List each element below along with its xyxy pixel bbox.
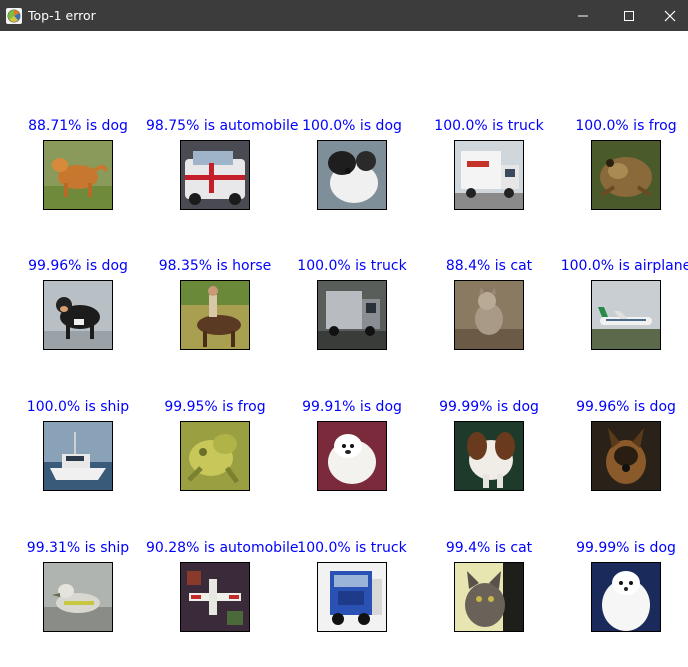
- prediction-caption: 100.0% is truck: [297, 540, 407, 556]
- prediction-caption: 100.0% is frog: [575, 118, 677, 134]
- sample-image: [43, 421, 113, 491]
- sample-image: [317, 280, 387, 350]
- prediction-caption: 99.4% is cat: [445, 540, 533, 556]
- prediction-caption: 88.71% is dog: [28, 118, 128, 134]
- prediction-caption: 99.99% is dog: [576, 540, 676, 556]
- prediction-caption: 99.31% is ship: [26, 540, 130, 556]
- sample-image: [180, 562, 250, 632]
- prediction-caption: 98.75% is automobile: [146, 118, 299, 134]
- close-button[interactable]: [652, 0, 688, 31]
- prediction-caption: 100.0% is ship: [26, 399, 130, 415]
- prediction-caption: 90.28% is automobile: [146, 540, 299, 556]
- maximize-icon: [624, 10, 634, 21]
- prediction-caption: 100.0% is truck: [297, 258, 407, 274]
- sample-image: [591, 421, 661, 491]
- sample-image: [180, 280, 250, 350]
- prediction-caption: 98.35% is horse: [158, 258, 272, 274]
- prediction-caption: 99.91% is dog: [302, 399, 402, 415]
- prediction-caption: 99.96% is dog: [576, 399, 676, 415]
- prediction-caption: 99.99% is dog: [439, 399, 539, 415]
- minimize-icon: [578, 15, 588, 16]
- minimize-button[interactable]: [560, 0, 606, 31]
- sample-image: [454, 421, 524, 491]
- sample-image: [591, 280, 661, 350]
- sample-image: [317, 421, 387, 491]
- title-bar[interactable]: Top-1 error: [0, 0, 688, 31]
- prediction-caption: 100.0% is dog: [302, 118, 402, 134]
- figure-window: Top-1 error 88.71% is dog 98.75% is auto…: [0, 0, 688, 667]
- sample-image: [317, 562, 387, 632]
- prediction-caption: 88.4% is cat: [445, 258, 533, 274]
- sample-image: [317, 140, 387, 210]
- sample-image: [454, 280, 524, 350]
- prediction-caption: 100.0% is airplane: [560, 258, 688, 274]
- maximize-button[interactable]: [606, 0, 652, 31]
- sample-image: [591, 140, 661, 210]
- matplotlib-figure-icon: [5, 7, 23, 25]
- sample-image: [43, 562, 113, 632]
- sample-image: [454, 140, 524, 210]
- sample-image: [591, 562, 661, 632]
- prediction-caption: 99.96% is dog: [28, 258, 128, 274]
- sample-image: [454, 562, 524, 632]
- close-icon: [664, 10, 676, 21]
- figure-canvas: 88.71% is dog 98.75% is automobile 100.0…: [0, 31, 688, 667]
- sample-image: [43, 280, 113, 350]
- prediction-caption: 100.0% is truck: [434, 118, 544, 134]
- sample-image: [180, 140, 250, 210]
- sample-image: [180, 421, 250, 491]
- window-title: Top-1 error: [28, 8, 96, 23]
- prediction-caption: 99.95% is frog: [164, 399, 266, 415]
- sample-image: [43, 140, 113, 210]
